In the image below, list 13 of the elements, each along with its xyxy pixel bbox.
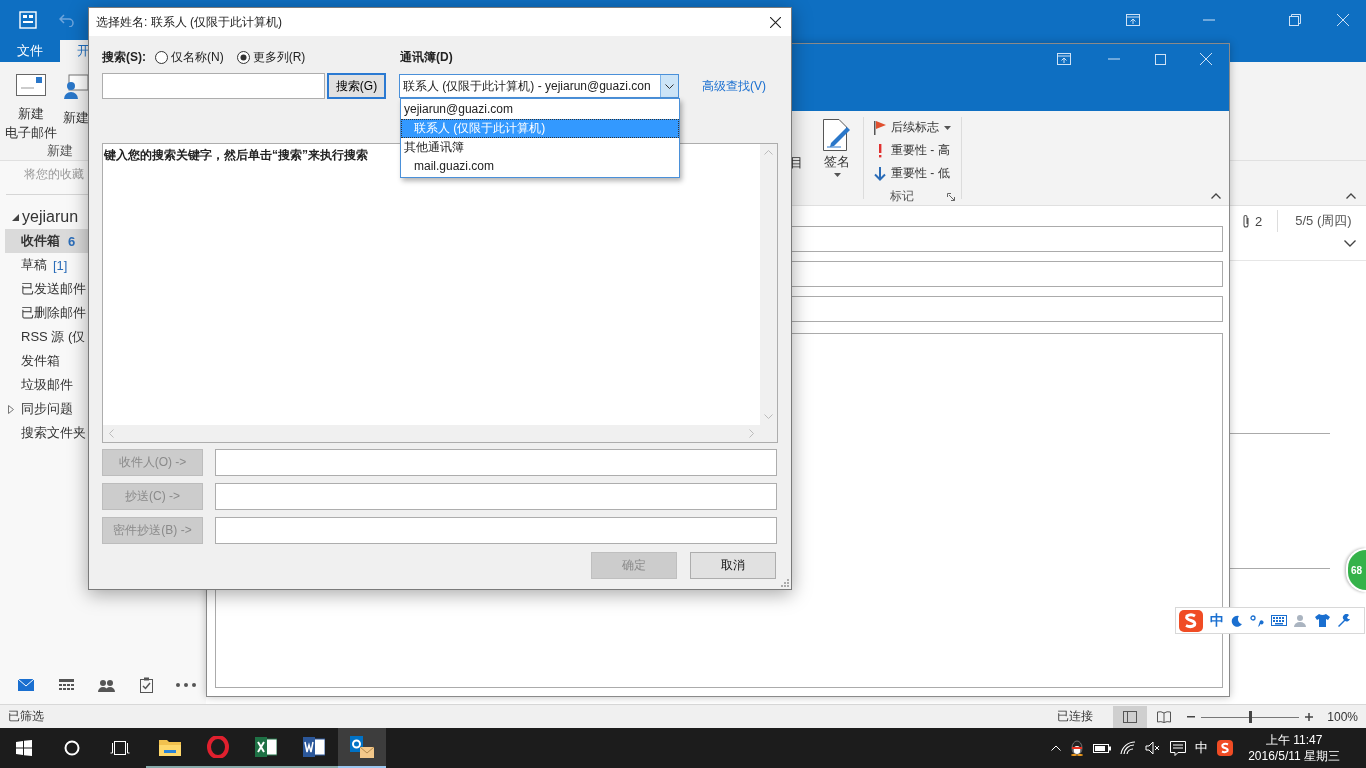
dialog-title: 选择姓名: 联系人 (仅限于此计算机) bbox=[96, 13, 282, 31]
group-label: 标记 bbox=[890, 188, 914, 205]
favorites-hint: 将您的收藏 bbox=[24, 166, 85, 183]
search-hint: 键入您的搜索关键字，然后单击“搜索”来执行搜索 bbox=[103, 147, 368, 164]
group-label: 新建 bbox=[47, 142, 74, 160]
address-book-label: 通讯簿(D) bbox=[400, 48, 453, 66]
unread-count: [1] bbox=[53, 257, 68, 273]
attachment-count: 2 bbox=[1255, 213, 1263, 229]
unread-count: 6 bbox=[68, 233, 76, 249]
message-date: 5/5 (周四) bbox=[1295, 212, 1352, 230]
connection-status: 已连接 bbox=[1057, 708, 1094, 725]
filter-status: 已筛选 bbox=[8, 708, 44, 725]
zoom-percent: 100% bbox=[1327, 709, 1358, 724]
